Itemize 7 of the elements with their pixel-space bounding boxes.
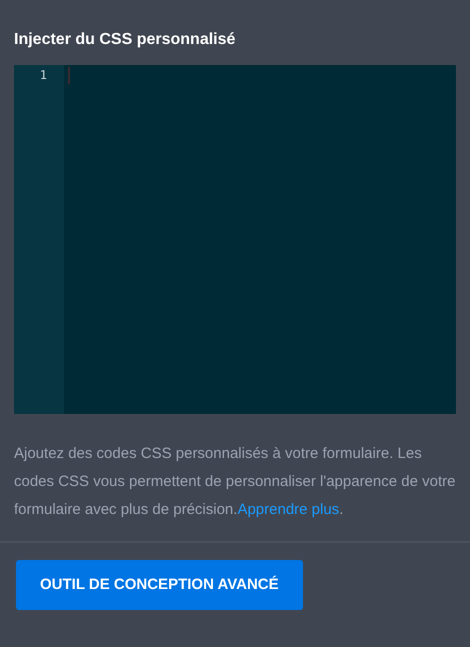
learn-more-link[interactable]: Apprendre plus	[237, 501, 340, 518]
section-title: Injecter du CSS personnalisé	[14, 30, 236, 50]
description-text: Ajoutez des codes CSS personnalisés à votre formulaire. Les codes CSS vous permettent de personnaliser l'apparence de votre formulaire avec plus de précision.Apprendre plus.	[14, 444, 456, 520]
code-editor[interactable]: 1	[14, 65, 456, 414]
line-number: 1	[38, 67, 48, 84]
text-cursor	[68, 67, 70, 84]
advanced-designer-button[interactable]: OUTIL DE CONCEPTION AVANCÉ	[16, 560, 303, 610]
